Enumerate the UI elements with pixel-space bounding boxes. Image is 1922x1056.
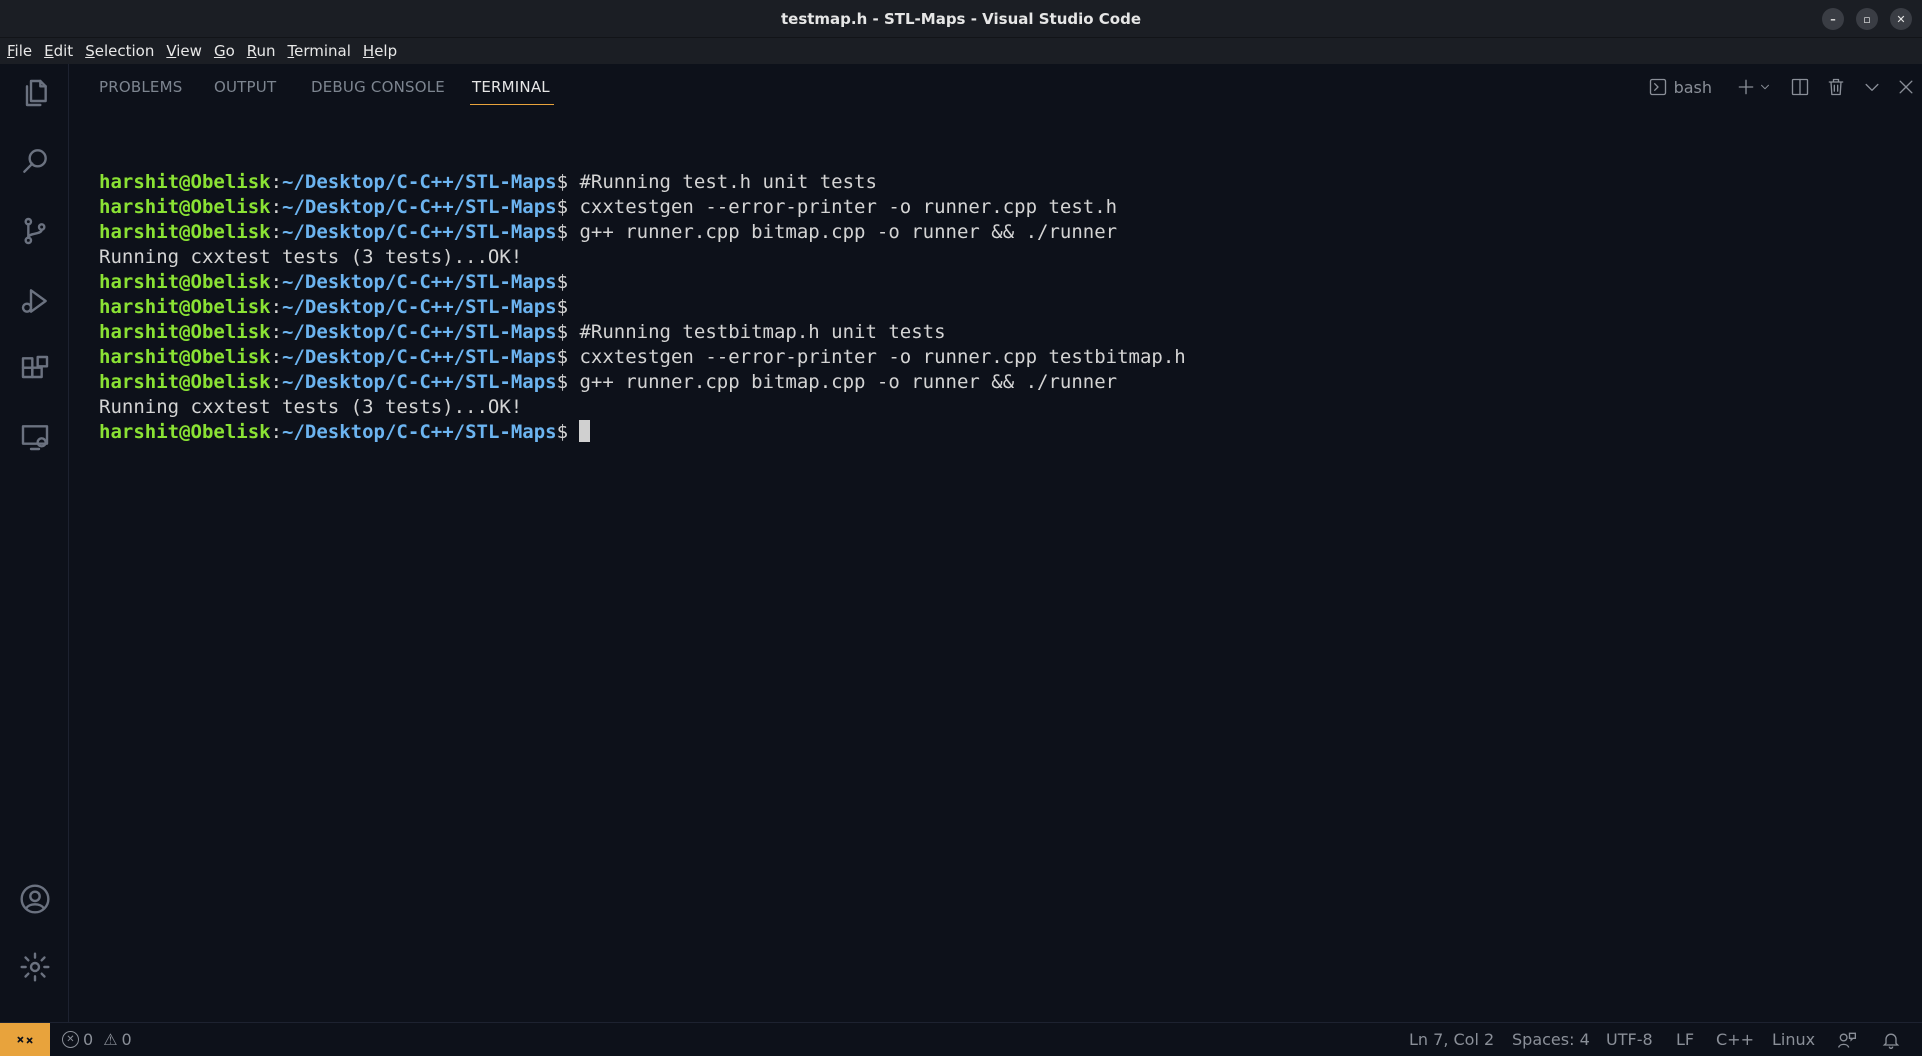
problems-status[interactable]: ✕ 0 ⚠ 0 — [62, 1030, 132, 1049]
split-terminal-icon[interactable] — [1790, 77, 1810, 97]
chevron-down-icon[interactable] — [1758, 80, 1772, 94]
menu-view[interactable]: View — [166, 42, 202, 60]
terminal-output-line: Running cxxtest tests (3 tests)...OK! — [99, 395, 1186, 420]
trash-icon[interactable] — [1826, 77, 1846, 97]
tab-output[interactable]: OUTPUT — [214, 78, 276, 96]
terminal-output-text: Running cxxtest tests (3 tests)...OK! — [99, 396, 523, 418]
maximize-panel-icon[interactable] — [1862, 77, 1882, 97]
prompt-path: ~/Desktop/C-C++/STL-Maps — [282, 196, 557, 218]
panel-tabs: PROBLEMS OUTPUT DEBUG CONSOLE TERMINAL b… — [70, 64, 1922, 108]
remote-explorer-icon[interactable] — [18, 420, 52, 454]
terminal-output[interactable]: harshit@Obelisk:~/Desktop/C-C++/STL-Maps… — [99, 170, 1186, 445]
prompt-user: harshit@Obelisk — [99, 271, 271, 293]
terminal-panel: PROBLEMS OUTPUT DEBUG CONSOLE TERMINAL b… — [70, 64, 1922, 1022]
bell-icon[interactable] — [1881, 1030, 1901, 1054]
remote-indicator[interactable] — [0, 1023, 50, 1056]
tab-debug-console[interactable]: DEBUG CONSOLE — [311, 78, 445, 96]
menu-help[interactable]: Help — [363, 42, 397, 60]
gear-icon[interactable] — [18, 950, 52, 984]
terminal-prompt-line: harshit@Obelisk:~/Desktop/C-C++/STL-Maps… — [99, 420, 1186, 445]
run-debug-icon[interactable] — [18, 284, 52, 318]
prompt-user: harshit@Obelisk — [99, 346, 271, 368]
prompt-path: ~/Desktop/C-C++/STL-Maps — [282, 421, 557, 443]
terminal-cursor — [579, 420, 591, 442]
terminal-output-line: Running cxxtest tests (3 tests)...OK! — [99, 245, 1186, 270]
search-icon[interactable] — [18, 144, 52, 178]
terminal-command: cxxtestgen --error-printer -o runner.cpp… — [579, 196, 1118, 218]
close-button[interactable]: ✕ — [1890, 8, 1912, 30]
status-bar: ✕ 0 ⚠ 0 Ln 7, Col 2 Spaces: 4 UTF-8 LF C… — [0, 1022, 1922, 1056]
activity-bar — [0, 64, 69, 1022]
prompt-user: harshit@Obelisk — [99, 421, 271, 443]
menu-terminal[interactable]: Terminal — [288, 42, 351, 60]
minimize-button[interactable]: – — [1822, 8, 1844, 30]
menu-file[interactable]: File — [7, 42, 32, 60]
terminal-shell-name[interactable]: bash — [1674, 78, 1712, 97]
end-of-line[interactable]: LF — [1676, 1030, 1694, 1049]
prompt-path: ~/Desktop/C-C++/STL-Maps — [282, 371, 557, 393]
prompt-user: harshit@Obelisk — [99, 196, 271, 218]
indentation[interactable]: Spaces: 4 — [1512, 1030, 1590, 1049]
prompt-user: harshit@Obelisk — [99, 321, 271, 343]
close-panel-icon[interactable] — [1896, 77, 1916, 97]
account-icon[interactable] — [18, 882, 52, 916]
encoding[interactable]: UTF-8 — [1606, 1030, 1653, 1049]
prompt-path: ~/Desktop/C-C++/STL-Maps — [282, 271, 557, 293]
language-mode[interactable]: C++ — [1716, 1030, 1754, 1049]
terminal-command: g++ runner.cpp bitmap.cpp -o runner && .… — [579, 371, 1118, 393]
terminal-output-text: Running cxxtest tests (3 tests)...OK! — [99, 246, 523, 268]
error-count: 0 — [83, 1030, 94, 1049]
extensions-icon[interactable] — [18, 352, 52, 386]
prompt-user: harshit@Obelisk — [99, 221, 271, 243]
source-control-icon[interactable] — [18, 214, 52, 248]
prompt-path: ~/Desktop/C-C++/STL-Maps — [282, 296, 557, 318]
add-terminal-icon[interactable] — [1736, 77, 1756, 97]
prompt-user: harshit@Obelisk — [99, 371, 271, 393]
menu-edit[interactable]: Edit — [44, 42, 73, 60]
terminal-prompt-line: harshit@Obelisk:~/Desktop/C-C++/STL-Maps… — [99, 196, 1118, 218]
terminal-prompt-line: harshit@Obelisk:~/Desktop/C-C++/STL-Maps… — [99, 371, 1118, 393]
terminal-command: #Running testbitmap.h unit tests — [579, 321, 946, 343]
terminal-prompt-line: harshit@Obelisk:~/Desktop/C-C++/STL-Maps… — [99, 346, 1186, 368]
restore-button[interactable]: ▫ — [1856, 8, 1878, 30]
terminal-command: #Running test.h unit tests — [579, 171, 877, 193]
terminal-command: cxxtestgen --error-printer -o runner.cpp… — [579, 346, 1186, 368]
explorer-icon[interactable] — [18, 76, 52, 110]
error-icon: ✕ — [62, 1031, 79, 1048]
prompt-path: ~/Desktop/C-C++/STL-Maps — [282, 171, 557, 193]
warning-icon: ⚠ — [103, 1030, 118, 1049]
tab-terminal[interactable]: TERMINAL — [470, 78, 554, 105]
menu-selection[interactable]: Selection — [85, 42, 154, 60]
terminal-prompt-line: harshit@Obelisk:~/Desktop/C-C++/STL-Maps… — [99, 221, 1118, 243]
window-title: testmap.h - STL-Maps - Visual Studio Cod… — [780, 10, 1142, 28]
title-bar: testmap.h - STL-Maps - Visual Studio Cod… — [0, 0, 1922, 38]
prompt-path: ~/Desktop/C-C++/STL-Maps — [282, 221, 557, 243]
menu-bar: File Edit Selection View Go Run Terminal… — [0, 38, 1922, 64]
prompt-user: harshit@Obelisk — [99, 171, 271, 193]
terminal-shell-icon — [1648, 77, 1668, 97]
terminal-toolbar: bash — [1648, 74, 1922, 100]
prompt-path: ~/Desktop/C-C++/STL-Maps — [282, 321, 557, 343]
prompt-user: harshit@Obelisk — [99, 296, 271, 318]
warning-count: 0 — [121, 1030, 132, 1049]
tab-problems[interactable]: PROBLEMS — [99, 78, 182, 96]
terminal-command: g++ runner.cpp bitmap.cpp -o runner && .… — [579, 221, 1118, 243]
terminal-prompt-line: harshit@Obelisk:~/Desktop/C-C++/STL-Maps… — [99, 271, 580, 293]
cursor-position[interactable]: Ln 7, Col 2 — [1409, 1030, 1494, 1049]
feedback-icon[interactable] — [1837, 1030, 1857, 1054]
terminal-prompt-line: harshit@Obelisk:~/Desktop/C-C++/STL-Maps… — [99, 171, 877, 193]
platform[interactable]: Linux — [1772, 1030, 1815, 1049]
menu-go[interactable]: Go — [214, 42, 235, 60]
menu-run[interactable]: Run — [247, 42, 276, 60]
terminal-prompt-line: harshit@Obelisk:~/Desktop/C-C++/STL-Maps… — [99, 296, 580, 318]
prompt-path: ~/Desktop/C-C++/STL-Maps — [282, 346, 557, 368]
terminal-prompt-line: harshit@Obelisk:~/Desktop/C-C++/STL-Maps… — [99, 321, 946, 343]
